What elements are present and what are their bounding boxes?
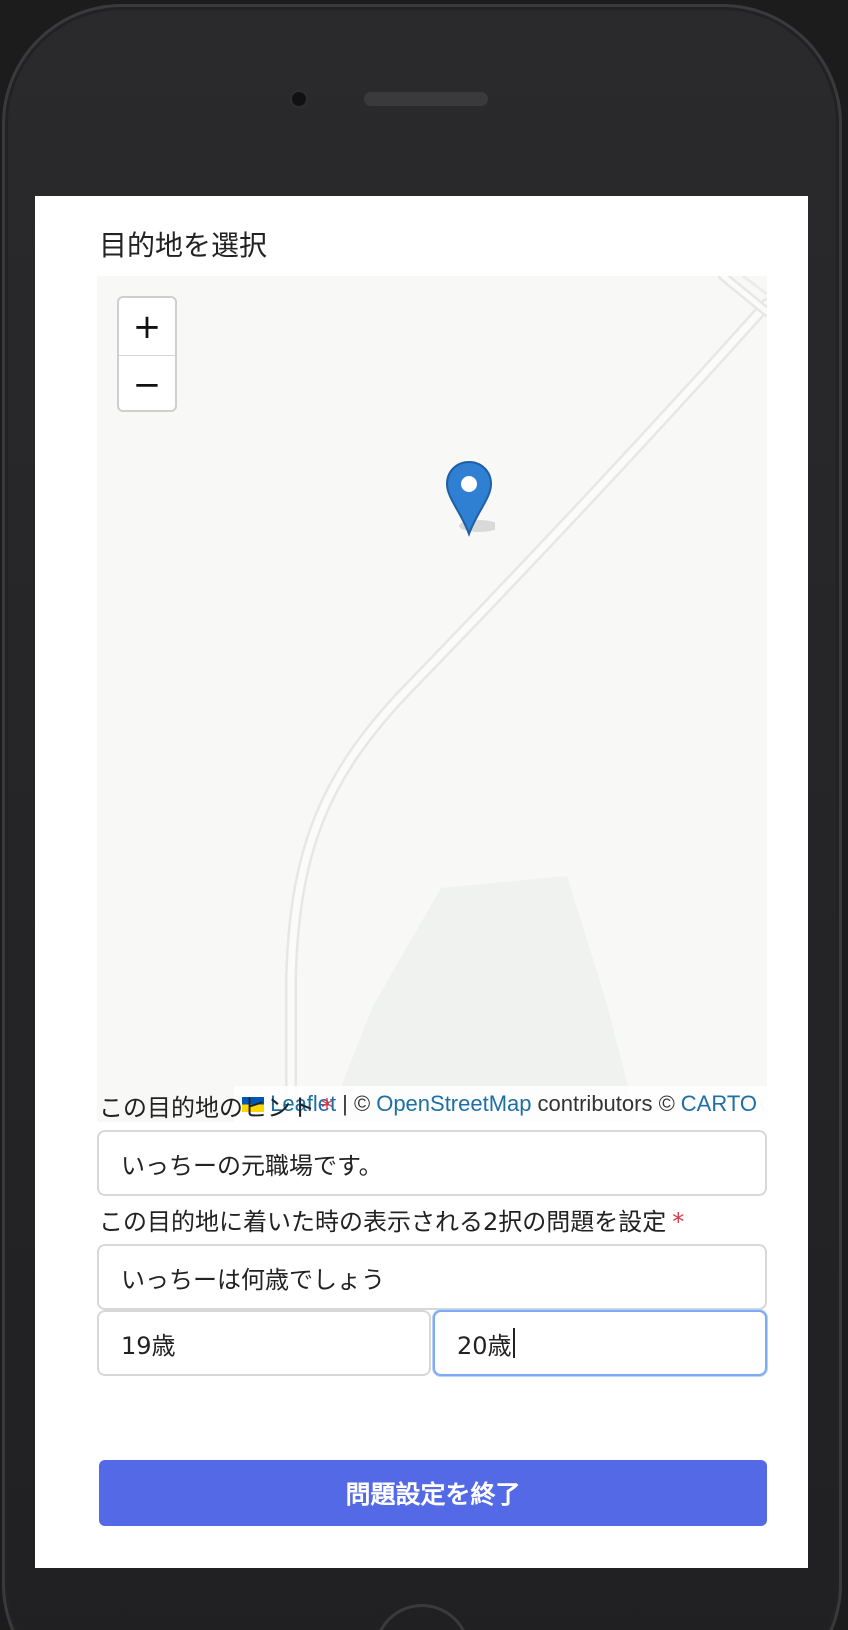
destination-title: 目的地を選択 <box>99 229 268 262</box>
question-label: この目的地に着いた時の表示される2択の問題を設定 * <box>99 1210 684 1234</box>
hint-input[interactable]: いっちーの元職場です。 <box>97 1130 767 1196</box>
device-frame: 目的地を選択 + − Leaflet | © OpenStreetMap con… <box>0 0 848 1630</box>
required-mark: * <box>321 1094 333 1122</box>
hint-label: この目的地のヒント * <box>99 1096 333 1120</box>
road-lines <box>285 276 767 1122</box>
required-mark: * <box>672 1208 685 1236</box>
question-input[interactable]: いっちーは何歳でしょう <box>97 1244 767 1310</box>
attribution-separator: | © <box>342 1091 371 1116</box>
zoom-out-button[interactable]: − <box>119 355 175 410</box>
question-input-value: いっちーは何歳でしょう <box>121 1265 385 1294</box>
zoom-in-button[interactable]: + <box>119 298 175 355</box>
zoom-control: + − <box>117 296 177 412</box>
question-label-text: この目的地に着いた時の表示される2択の問題を設定 <box>99 1208 667 1236</box>
openstreetmap-link[interactable]: OpenStreetMap <box>376 1091 531 1117</box>
choice-a-input[interactable]: 19歳 <box>97 1310 431 1376</box>
choice-b-input[interactable]: 20歳 <box>433 1310 767 1376</box>
choice-a-value: 19歳 <box>121 1331 176 1360</box>
map-pin-icon[interactable] <box>445 460 495 538</box>
camera <box>292 92 306 106</box>
carto-link[interactable]: CARTO <box>681 1091 757 1117</box>
map[interactable]: + − Leaflet | © OpenStreetMap contributo… <box>97 276 767 1122</box>
speaker-grille <box>364 92 488 106</box>
attribution-contributors: contributors © <box>537 1091 675 1116</box>
hint-input-value: いっちーの元職場です。 <box>121 1151 383 1180</box>
screen: 目的地を選択 + − Leaflet | © OpenStreetMap con… <box>35 196 808 1568</box>
choice-b-value: 20歳 <box>457 1331 512 1360</box>
finish-question-button[interactable]: 問題設定を終了 <box>99 1460 767 1526</box>
text-caret <box>512 1328 515 1358</box>
hint-label-text: この目的地のヒント <box>99 1094 315 1122</box>
